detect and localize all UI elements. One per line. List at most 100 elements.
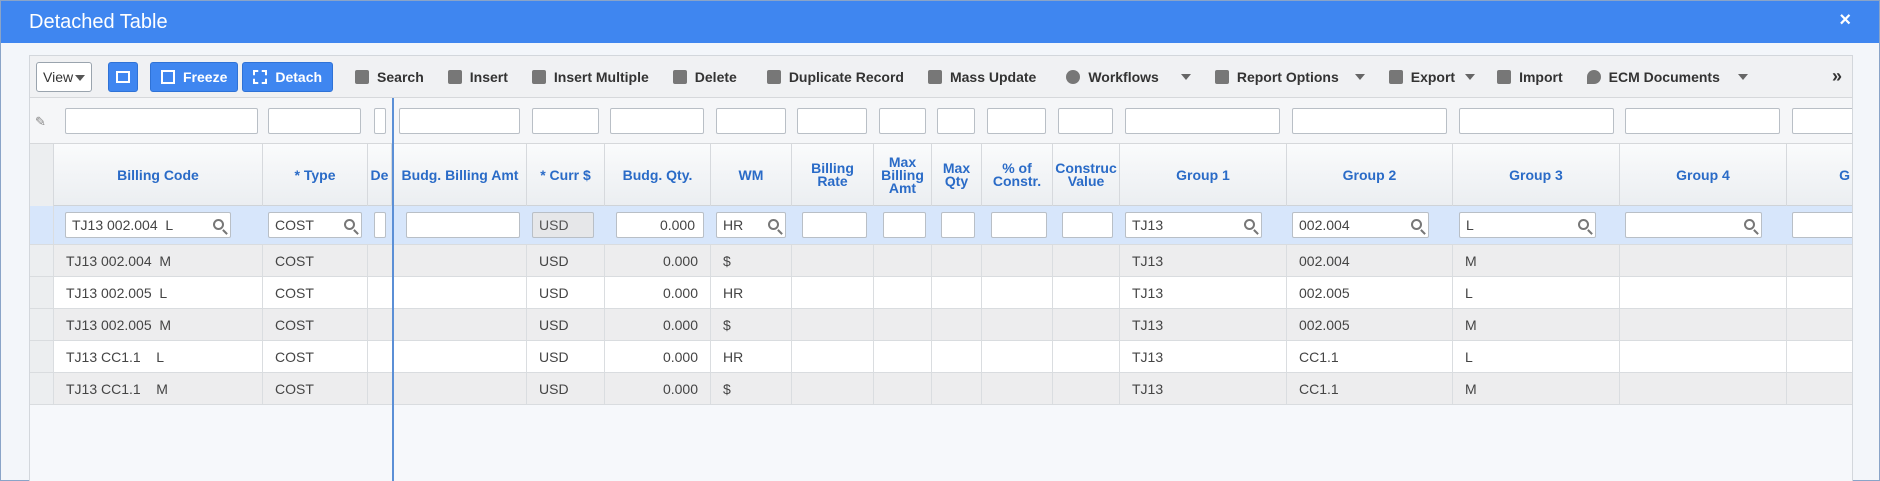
edit-group4[interactable] xyxy=(1625,212,1762,238)
mass-update-button[interactable]: Mass Update xyxy=(927,69,1036,85)
cell-max-qty[interactable] xyxy=(932,277,982,308)
cell-group3[interactable]: L xyxy=(1453,277,1620,308)
col-header-budg-billing-amt[interactable]: Budg. Billing Amt xyxy=(394,144,527,206)
edit-max-qty[interactable] xyxy=(941,212,975,238)
lookup-magnifier-icon[interactable] xyxy=(344,219,355,230)
col-header-type[interactable]: * Type xyxy=(263,144,368,206)
cell-billing-rate[interactable] xyxy=(792,373,874,404)
cell-construc-value[interactable] xyxy=(1053,245,1120,276)
import-button[interactable]: Import xyxy=(1497,69,1563,85)
cell-group1[interactable]: TJ13 xyxy=(1120,309,1287,340)
cell-g[interactable] xyxy=(1787,245,1852,276)
cell-max-billing-amt[interactable] xyxy=(874,309,932,340)
cell-budg-qty[interactable]: 0.000 xyxy=(605,341,711,372)
export-menu[interactable]: Export xyxy=(1388,69,1476,85)
cell-group1[interactable]: TJ13 xyxy=(1120,373,1287,404)
cell-max-qty[interactable] xyxy=(932,341,982,372)
cell-billing-rate[interactable] xyxy=(792,245,874,276)
cell-group3[interactable]: M xyxy=(1453,309,1620,340)
cell-curr[interactable]: USD xyxy=(527,309,605,340)
cell-de[interactable] xyxy=(368,245,394,276)
duplicate-record-button[interactable]: Duplicate Record xyxy=(766,69,904,85)
detach-button[interactable]: Detach xyxy=(242,61,334,92)
cell-group3[interactable]: L xyxy=(1453,341,1620,372)
cell-group2[interactable]: 002.005 xyxy=(1287,309,1453,340)
cell-group4[interactable] xyxy=(1620,245,1787,276)
cell-construc-value[interactable] xyxy=(1053,373,1120,404)
cell-type[interactable]: COST xyxy=(263,277,368,308)
col-header-pct-constr[interactable]: % of Constr. xyxy=(982,144,1053,206)
insert-button[interactable]: Insert xyxy=(447,69,508,85)
cell-wm[interactable]: $ xyxy=(711,245,792,276)
cell-type[interactable]: COST xyxy=(263,341,368,372)
table-row[interactable]: TJ13 CC1.1 M COST USD 0.000 $ TJ13 CC1.1… xyxy=(30,373,1852,405)
col-header-de[interactable]: De xyxy=(368,144,392,206)
cell-billing-code[interactable]: TJ13 CC1.1 M xyxy=(54,373,263,404)
insert-multiple-button[interactable]: Insert Multiple xyxy=(531,69,649,85)
table-row-selected[interactable]: TJ13 002.004 L COST USD 0.000 HR TJ13 00… xyxy=(30,206,1852,245)
edit-pct-constr[interactable] xyxy=(991,212,1047,238)
cell-budg-qty[interactable]: 0.000 xyxy=(605,309,711,340)
cell-curr[interactable]: USD xyxy=(527,277,605,308)
filter-curr[interactable] xyxy=(532,108,599,134)
cell-g[interactable] xyxy=(1787,373,1852,404)
view-select[interactable]: View xyxy=(36,61,92,92)
filter-g[interactable] xyxy=(1792,108,1852,134)
row-selector[interactable] xyxy=(30,245,54,276)
col-header-budg-qty[interactable]: Budg. Qty. xyxy=(605,144,711,206)
cell-max-billing-amt[interactable] xyxy=(874,277,932,308)
freeze-divider[interactable] xyxy=(392,98,394,481)
cell-group3[interactable]: M xyxy=(1453,373,1620,404)
row-selector[interactable] xyxy=(30,373,54,404)
col-header-wm[interactable]: WM xyxy=(711,144,792,206)
cell-budg-billing-amt[interactable] xyxy=(394,245,527,276)
report-options-menu[interactable]: Report Options xyxy=(1214,69,1365,85)
cell-wm[interactable]: HR xyxy=(711,277,792,308)
more-toolbar-icon[interactable]: » xyxy=(1832,66,1842,87)
cell-billing-rate[interactable] xyxy=(792,277,874,308)
row-selector[interactable] xyxy=(30,206,54,244)
ecm-documents-menu[interactable]: ECM Documents xyxy=(1586,69,1748,85)
edit-de[interactable] xyxy=(374,212,386,238)
cell-type[interactable]: COST xyxy=(263,245,368,276)
cell-max-billing-amt[interactable] xyxy=(874,245,932,276)
filter-wm[interactable] xyxy=(716,108,786,134)
cell-type[interactable]: COST xyxy=(263,373,368,404)
cell-group2[interactable]: CC1.1 xyxy=(1287,373,1453,404)
cell-construc-value[interactable] xyxy=(1053,277,1120,308)
edit-billing-rate[interactable] xyxy=(802,212,867,238)
edit-group3[interactable]: L xyxy=(1459,212,1596,238)
edit-budg-billing-amt[interactable] xyxy=(406,212,520,238)
cell-construc-value[interactable] xyxy=(1053,341,1120,372)
filter-pct-constr[interactable] xyxy=(987,108,1046,134)
edit-group2[interactable]: 002.004 xyxy=(1292,212,1429,238)
table-row[interactable]: TJ13 002.005 L COST USD 0.000 HR TJ13 00… xyxy=(30,277,1852,309)
cell-billing-code[interactable]: TJ13 002.005 L xyxy=(54,277,263,308)
edit-wm[interactable]: HR xyxy=(716,212,786,238)
cell-curr[interactable]: USD xyxy=(527,341,605,372)
filter-billing-rate[interactable] xyxy=(797,108,867,134)
close-icon[interactable]: × xyxy=(1839,9,1851,32)
cell-budg-billing-amt[interactable] xyxy=(394,309,527,340)
cell-max-qty[interactable] xyxy=(932,245,982,276)
cell-group1[interactable]: TJ13 xyxy=(1120,277,1287,308)
workflows-menu[interactable]: Workflows xyxy=(1066,69,1191,85)
delete-button[interactable]: Delete xyxy=(672,69,737,85)
cell-pct-constr[interactable] xyxy=(982,309,1053,340)
col-header-max-billing-amt[interactable]: Max Billing Amt xyxy=(874,144,932,206)
cell-group4[interactable] xyxy=(1620,373,1787,404)
lookup-magnifier-icon[interactable] xyxy=(1411,219,1422,230)
col-header-billing-code[interactable]: Billing Code xyxy=(54,144,263,206)
edit-g[interactable] xyxy=(1792,212,1852,238)
edit-construc-value[interactable] xyxy=(1062,212,1113,238)
cell-group4[interactable] xyxy=(1620,277,1787,308)
cell-budg-qty[interactable]: 0.000 xyxy=(605,245,711,276)
cell-billing-code[interactable]: TJ13 002.005 M xyxy=(54,309,263,340)
search-button[interactable]: Search xyxy=(355,69,424,85)
lookup-magnifier-icon[interactable] xyxy=(768,219,779,230)
cell-budg-billing-amt[interactable] xyxy=(394,341,527,372)
col-header-group4[interactable]: Group 4 xyxy=(1620,144,1787,206)
cell-construc-value[interactable] xyxy=(1053,309,1120,340)
cell-pct-constr[interactable] xyxy=(982,277,1053,308)
cell-g[interactable] xyxy=(1787,341,1852,372)
